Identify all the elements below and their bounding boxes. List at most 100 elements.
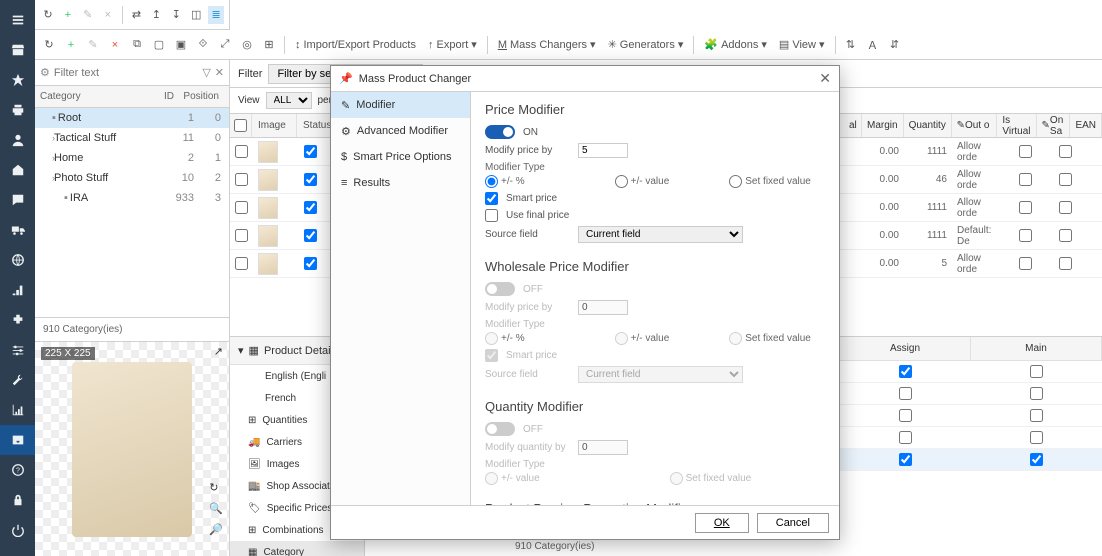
edit2-icon[interactable]: ✎ (84, 36, 102, 54)
addons-menu[interactable]: 🧩 Addons ▾ (700, 38, 771, 51)
t6-icon[interactable]: ⊞ (260, 36, 278, 54)
modal-nav-item[interactable]: ≡Results (331, 170, 470, 196)
home-icon[interactable] (0, 155, 35, 185)
gear-icon[interactable]: ⚙ (40, 66, 50, 79)
modal-nav-item[interactable]: ⚙Advanced Modifier (331, 118, 470, 144)
inbox-icon[interactable] (0, 425, 35, 455)
view-menu[interactable]: ▤ View ▾ (775, 38, 829, 51)
category-status: 910 Category(ies) (35, 317, 229, 341)
t5-icon[interactable]: ◎ (238, 36, 256, 54)
print-icon[interactable] (0, 95, 35, 125)
open-external-icon[interactable]: ↗ (214, 345, 223, 358)
sliders-icon[interactable] (0, 335, 35, 365)
modal-nav-item[interactable]: $Smart Price Options (331, 144, 470, 170)
filter-label: Filter (238, 68, 262, 80)
category-row[interactable]: ▪IRA9333 (35, 188, 229, 208)
tool-d-icon[interactable]: ◫ (188, 6, 204, 24)
filter-icon[interactable]: ▽ (202, 66, 210, 79)
mass-changers-menu[interactable]: M Mass Changers ▾ (494, 38, 600, 51)
col-position[interactable]: Position (174, 91, 224, 102)
category-row[interactable]: ▪Root10 (35, 108, 229, 128)
help-icon[interactable]: ? (0, 455, 35, 485)
refresh-icon[interactable]: ↻ (40, 6, 56, 24)
price-r3[interactable] (729, 175, 742, 188)
wholesale-modify-input (578, 300, 628, 315)
globe-icon[interactable] (0, 245, 35, 275)
tool-e-icon[interactable]: ≣ (208, 6, 224, 24)
smart-price-check[interactable] (485, 192, 498, 205)
mass-product-changer-modal: 📌 Mass Product Changer ✕ ✎Modifier⚙Advan… (330, 65, 840, 540)
tool-a-icon[interactable]: ⇄ (129, 6, 145, 24)
refresh2-icon[interactable]: ↻ (40, 36, 58, 54)
modal-pin-icon[interactable]: 📌 (339, 72, 353, 85)
t2-icon[interactable]: ▣ (172, 36, 190, 54)
col-category[interactable]: Category (40, 91, 134, 102)
truck-icon[interactable] (0, 215, 35, 245)
table-row[interactable]: 0.001111Allow orde (844, 194, 1102, 222)
modal-close-icon[interactable]: ✕ (819, 70, 831, 87)
price-r2[interactable] (615, 175, 628, 188)
close-x-icon[interactable]: × (100, 6, 116, 24)
tool-c-icon[interactable]: ↧ (168, 6, 184, 24)
select-all-checkbox[interactable] (234, 119, 247, 132)
refresh3-icon[interactable]: ↻ (209, 481, 223, 494)
t3-icon[interactable]: ⟐ (194, 36, 212, 54)
wholesale-toggle[interactable] (485, 282, 515, 296)
price-source-select[interactable]: Current field (578, 226, 743, 243)
generators-menu[interactable]: ✳ Generators ▾ (604, 38, 688, 51)
modal-nav-item[interactable]: ✎Modifier (331, 92, 470, 118)
product-preview: 225 X 225 ↗ ↻ 🔍 🔎 (35, 341, 229, 556)
category-row[interactable]: ›Home21 (35, 148, 229, 168)
power-icon[interactable] (0, 515, 35, 545)
price-r1[interactable] (485, 175, 498, 188)
preview-dimensions: 225 X 225 (41, 347, 95, 360)
page-size-select[interactable]: ALL (266, 92, 312, 109)
clear-filter-icon[interactable]: ✕ (215, 66, 224, 79)
t1-icon[interactable]: ▢ (150, 36, 168, 54)
plugin-icon[interactable] (0, 305, 35, 335)
col-id[interactable]: ID (134, 91, 174, 102)
table-row[interactable]: 0.0046Allow orde (844, 166, 1102, 194)
table-row[interactable]: 0.001111Allow orde (844, 138, 1102, 166)
add2-icon[interactable]: + (62, 36, 80, 54)
store-icon[interactable] (0, 35, 35, 65)
table-row[interactable]: 0.001111Default: De (844, 222, 1102, 250)
edit-icon[interactable]: ✎ (80, 6, 96, 24)
left-rail: ? (0, 0, 35, 556)
menu-icon[interactable] (0, 5, 35, 35)
delete-icon[interactable]: × (106, 36, 124, 54)
wrench-icon[interactable] (0, 365, 35, 395)
star-icon[interactable] (0, 65, 35, 95)
t7-icon[interactable]: ⇅ (842, 36, 860, 54)
qty-toggle[interactable] (485, 422, 515, 436)
export-menu[interactable]: ↑ Export ▾ (424, 38, 481, 51)
t8-icon[interactable]: Ａ (864, 36, 882, 54)
final-price-check[interactable] (485, 209, 498, 222)
price-toggle[interactable] (485, 125, 515, 139)
main-toolbar: ↻ + ✎ × ⧉ ▢ ▣ ⟐ ⤢ ◎ ⊞ ↕ Import/Export Pr… (35, 30, 1102, 60)
stats-icon[interactable] (0, 275, 35, 305)
ok-button[interactable]: OK (695, 513, 749, 533)
t4-icon[interactable]: ⤢ (216, 36, 234, 54)
chat-icon[interactable] (0, 185, 35, 215)
user-icon[interactable] (0, 125, 35, 155)
lock-icon[interactable] (0, 485, 35, 515)
category-row[interactable]: ›Tactical Stuff110 (35, 128, 229, 148)
price-modify-input[interactable] (578, 143, 628, 158)
tool-b-icon[interactable]: ↥ (148, 6, 164, 24)
add-icon[interactable]: + (60, 6, 76, 24)
import-export-menu[interactable]: ↕ Import/Export Products (291, 39, 420, 51)
category-filter-input[interactable] (54, 67, 198, 79)
zoom-icon[interactable]: 🔎 (209, 523, 223, 536)
svg-text:?: ? (16, 468, 20, 475)
category-row[interactable]: ›Photo Stuff102 (35, 168, 229, 188)
preview-image (72, 362, 192, 537)
cancel-button[interactable]: Cancel (757, 513, 829, 533)
chart-icon[interactable] (0, 395, 35, 425)
detail-item[interactable]: ▦Category (230, 541, 364, 556)
table-row[interactable]: 0.005Allow orde (844, 250, 1102, 278)
copy-icon[interactable]: ⧉ (128, 36, 146, 54)
col-image[interactable]: Image (252, 114, 297, 137)
search-icon[interactable]: 🔍 (209, 502, 223, 515)
t9-icon[interactable]: ⇵ (886, 36, 904, 54)
